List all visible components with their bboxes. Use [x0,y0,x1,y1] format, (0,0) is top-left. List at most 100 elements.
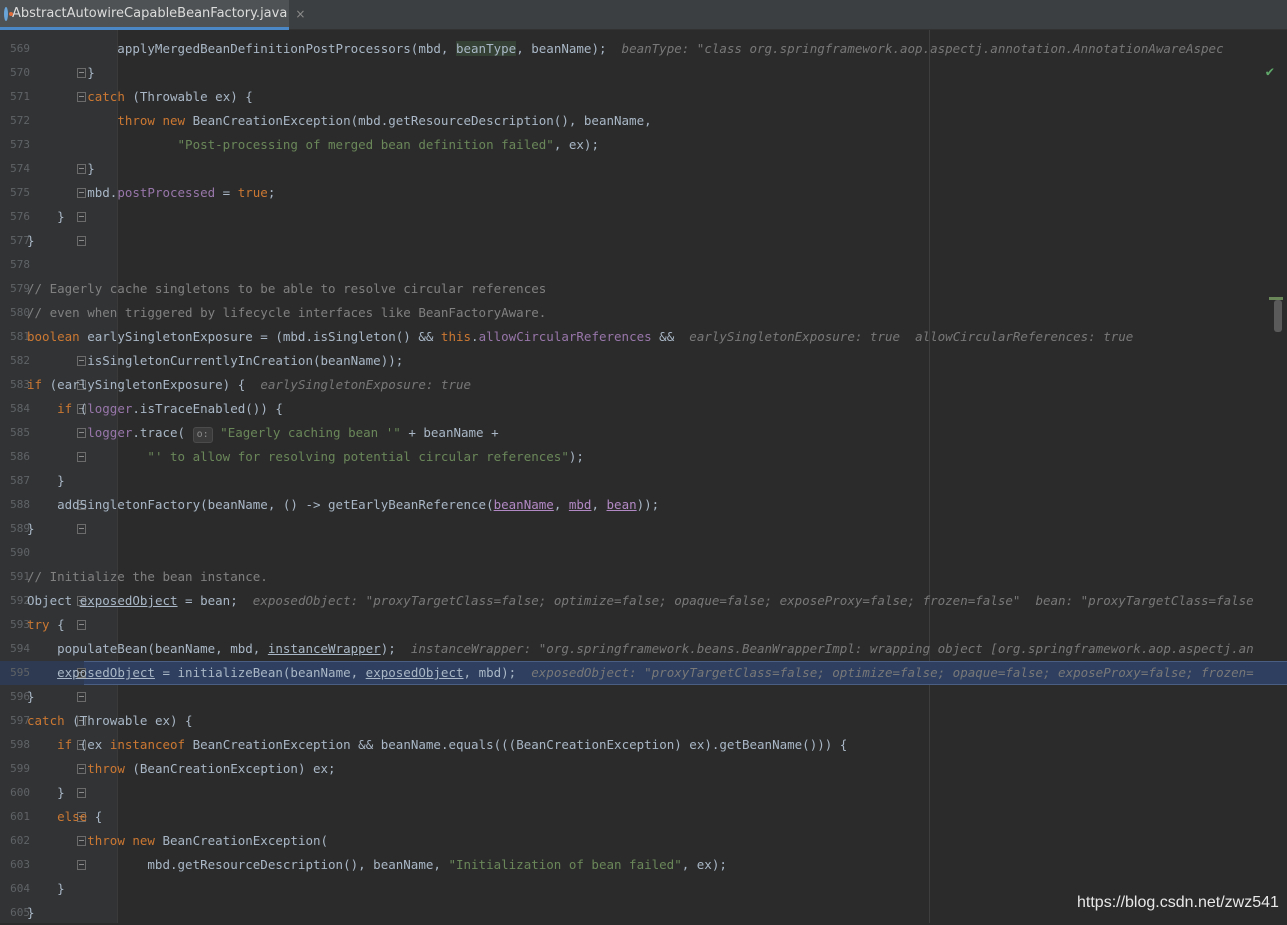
line-number[interactable]: 601 [0,805,30,829]
code-text[interactable]: } [27,781,65,805]
line-number[interactable]: 591 [0,565,30,589]
line-number[interactable]: 593 [0,613,30,637]
code-text[interactable]: mbd.getResourceDescription(), beanName, … [27,853,726,877]
line-number[interactable]: 589 [0,517,30,541]
code-text[interactable]: } [27,901,35,925]
current-line[interactable]: 595 exposedObject = initializeBean(beanN… [0,661,1287,685]
line-number[interactable]: 579 [0,277,30,301]
code-editor[interactable]: 569 applyMergedBeanDefinitionPostProcess… [0,30,1287,923]
line-number[interactable]: 571 [0,85,30,109]
line-number[interactable]: 576 [0,205,30,229]
code-line[interactable]: 575 mbd.postProcessed = true; [0,181,1287,205]
close-icon[interactable]: × [295,7,305,21]
code-text[interactable]: // even when triggered by lifecycle inte… [27,301,546,325]
line-number[interactable]: 578 [0,253,30,277]
fold-marker-icon[interactable] [77,692,86,702]
inspection-ok-icon[interactable]: ✔ [1266,64,1274,80]
line-number[interactable]: 590 [0,541,30,565]
fold-marker-icon[interactable] [77,788,86,798]
code-text[interactable]: "Post-processing of merged bean definiti… [27,133,599,157]
code-line[interactable]: 571 catch (Throwable ex) { [0,85,1287,109]
line-number[interactable]: 596 [0,685,30,709]
code-line[interactable]: 578 [0,253,1287,277]
code-line[interactable]: 574 } [0,157,1287,181]
fold-marker-icon[interactable] [77,620,86,630]
line-number[interactable]: 595 [0,661,30,685]
code-text[interactable]: Object exposedObject = bean; exposedObje… [27,589,1254,613]
line-number[interactable]: 605 [0,901,30,925]
line-number[interactable]: 572 [0,109,30,133]
line-number[interactable]: 600 [0,781,30,805]
fold-marker-icon[interactable] [77,236,86,246]
code-text[interactable]: throw new BeanCreationException(mbd.getR… [27,109,651,133]
line-number[interactable]: 597 [0,709,30,733]
line-number[interactable]: 599 [0,757,30,781]
line-number[interactable]: 583 [0,373,30,397]
fold-marker-icon[interactable] [77,212,86,222]
line-number[interactable]: 580 [0,301,30,325]
line-number[interactable]: 582 [0,349,30,373]
scrollbar-thumb[interactable] [1274,300,1282,332]
line-number[interactable]: 570 [0,61,30,85]
code-text[interactable]: if (earlySingletonExposure) { earlySingl… [27,373,471,397]
code-text[interactable]: throw new BeanCreationException( [27,829,328,853]
code-text[interactable]: boolean earlySingletonExposure = (mbd.is… [27,325,1133,349]
code-text[interactable]: if (ex instanceof BeanCreationException … [27,733,847,757]
code-line[interactable]: 597 catch (Throwable ex) { [0,709,1287,733]
line-number[interactable]: 598 [0,733,30,757]
line-number[interactable]: 575 [0,181,30,205]
code-line[interactable]: 582 isSingletonCurrentlyInCreation(beanN… [0,349,1287,373]
code-text[interactable]: } [27,229,35,253]
line-number[interactable]: 574 [0,157,30,181]
line-number[interactable]: 569 [0,37,30,61]
line-number[interactable]: 603 [0,853,30,877]
code-line[interactable]: 579// Eagerly cache singletons to be abl… [0,277,1287,301]
code-text[interactable]: } [27,517,35,541]
code-text[interactable]: // Initialize the bean instance. [27,565,268,589]
code-text[interactable]: exposedObject = initializeBean(beanName,… [27,661,1254,685]
fold-marker-icon[interactable] [77,524,86,534]
code-line[interactable]: 587 } [0,469,1287,493]
code-text[interactable]: } [27,877,65,901]
code-text[interactable]: } [27,205,65,229]
tab-file[interactable]: AbstractAutowireCapableBeanFactory.java … [0,0,305,30]
line-number[interactable]: 573 [0,133,30,157]
code-line[interactable]: 581 boolean earlySingletonExposure = (mbd… [0,325,1287,349]
code-text[interactable]: throw (BeanCreationException) ex; [27,757,335,781]
code-text[interactable]: logger.trace( o: "Eagerly caching bean '… [27,421,499,445]
code-text[interactable]: populateBean(beanName, mbd, instanceWrap… [27,637,1254,661]
line-number[interactable]: 581 [0,325,30,349]
code-text[interactable]: } [27,469,65,493]
code-line[interactable]: 593 try { [0,613,1287,637]
code-line[interactable]: 577} [0,229,1287,253]
code-text[interactable]: catch (Throwable ex) { [27,85,253,109]
code-line[interactable]: 576 } [0,205,1287,229]
code-line[interactable]: 584 if (logger.isTraceEnabled()) { [0,397,1287,421]
line-number[interactable]: 586 [0,445,30,469]
code-line[interactable]: 589} [0,517,1287,541]
line-number[interactable]: 602 [0,829,30,853]
code-line[interactable]: 569 applyMergedBeanDefinitionPostProcess… [0,37,1287,61]
code-line[interactable]: 585 logger.trace( o: "Eagerly caching be… [0,421,1287,445]
code-text[interactable]: if (logger.isTraceEnabled()) { [27,397,283,421]
code-line[interactable]: 596} [0,685,1287,709]
code-text[interactable]: } [27,685,35,709]
code-line[interactable]: 591// Initialize the bean instance. [0,565,1287,589]
code-text[interactable]: "' to allow for resolving potential circ… [27,445,584,469]
code-line[interactable]: 588 addSingletonFactory(beanName, () -> … [0,493,1287,517]
code-line[interactable]: 600 } [0,781,1287,805]
code-line[interactable]: 601 else { [0,805,1287,829]
code-line[interactable]: 602 throw new BeanCreationException( [0,829,1287,853]
code-text[interactable]: else { [27,805,102,829]
code-text[interactable]: isSingletonCurrentlyInCreation(beanName)… [27,349,403,373]
line-number[interactable]: 592 [0,589,30,613]
code-line[interactable]: 590 [0,541,1287,565]
code-text[interactable]: try { [27,613,65,637]
code-line[interactable]: 572 throw new BeanCreationException(mbd.… [0,109,1287,133]
code-line[interactable]: 603 mbd.getResourceDescription(), beanNa… [0,853,1287,877]
code-line[interactable]: 586 "' to allow for resolving potential … [0,445,1287,469]
line-number[interactable]: 594 [0,637,30,661]
code-line[interactable]: 594 populateBean(beanName, mbd, instance… [0,637,1287,661]
code-text[interactable]: // Eagerly cache singletons to be able t… [27,277,546,301]
code-line[interactable]: 570 } [0,61,1287,85]
